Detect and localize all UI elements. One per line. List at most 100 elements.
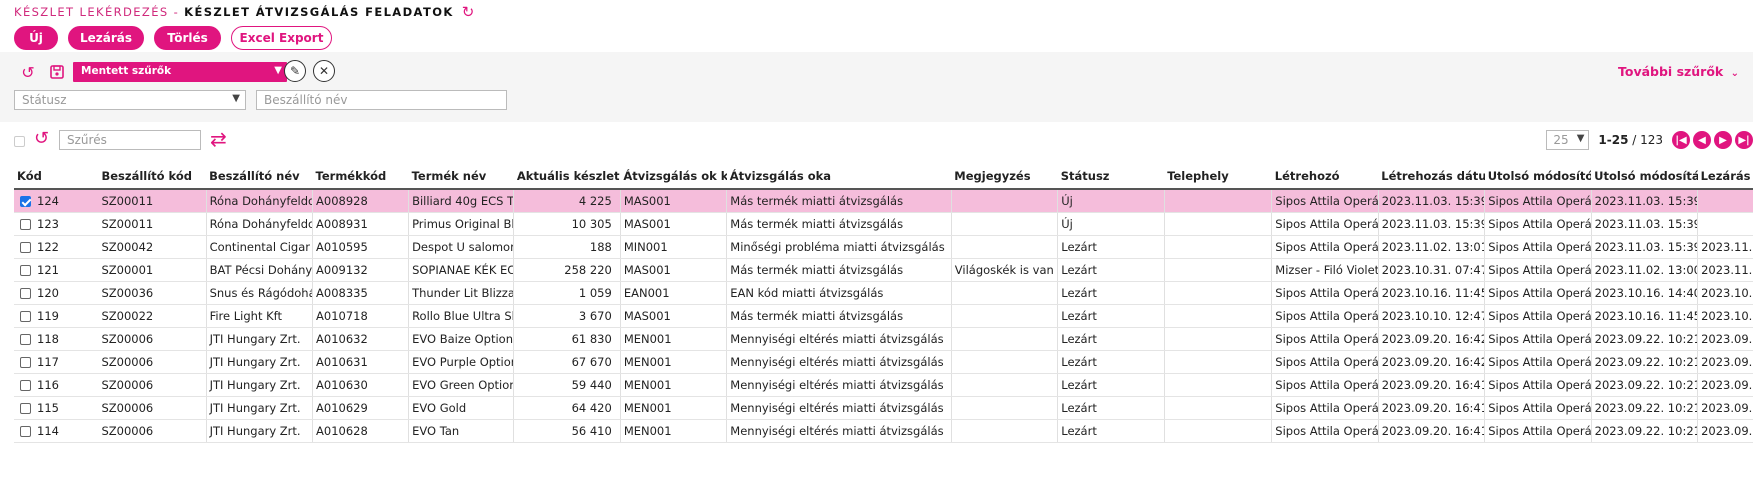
column-header[interactable]: Aktuális készlet — [513, 164, 621, 190]
refresh-icon[interactable]: ↻ — [462, 5, 476, 20]
table-cell: 2023.11.03. 15:39 — [1591, 235, 1699, 259]
table-cell: 2023.09.20. 16:41 — [1378, 419, 1486, 443]
table-cell: 2023.11.02. 13:00 — [1697, 258, 1753, 282]
column-header[interactable]: Utolsó módosítás — [1591, 164, 1698, 190]
column-header[interactable]: Kód — [14, 164, 99, 190]
more-filters-link[interactable]: További szűrők ⌄ — [1618, 64, 1739, 79]
refresh-icon[interactable]: ↺ — [34, 128, 49, 149]
reset-filters-icon[interactable]: ↺ — [16, 60, 40, 84]
table-cell-code: 116 — [14, 373, 99, 397]
page-size-select[interactable]: 25 ▼ — [1546, 130, 1590, 150]
row-checkbox[interactable] — [20, 195, 31, 207]
cell-text: 115 — [37, 400, 59, 415]
row-checkbox[interactable] — [20, 310, 31, 322]
column-header[interactable]: Utolsó módosító — [1484, 164, 1592, 190]
excel-export-button[interactable]: Excel Export — [231, 26, 332, 50]
table-row[interactable]: 119 SZ00022 Fire Light Kft A010718 Rollo Blu… — [14, 304, 1753, 328]
row-checkbox[interactable] — [20, 264, 31, 276]
column-header[interactable]: Átvizsgálás ok kód — [620, 164, 727, 190]
table-row[interactable]: 120 SZ00036Snus és RágódohányA008335Thund… — [14, 281, 1753, 305]
table-cell — [951, 189, 1059, 213]
table-cell: Új — [1057, 212, 1165, 236]
last-page-icon[interactable]: ▶| — [1735, 131, 1753, 149]
saved-filters-select[interactable]: Mentett szűrők ▼ — [73, 62, 287, 82]
row-checkbox[interactable] — [20, 402, 31, 414]
table-row[interactable]: 114 SZ00006 JTI Hungary Zrt. A010628 EVO Tan… — [14, 419, 1753, 443]
table-cell-code: 115 — [14, 396, 99, 420]
save-icon[interactable] — [45, 60, 69, 84]
more-filters-label: További szűrők — [1618, 64, 1724, 79]
row-checkbox[interactable] — [20, 333, 31, 345]
table-toolbar: ↺ Szűrés ⇄ 25 ▼ 1-25 / 123 |◀ ◀ ▶ ▶| — [0, 122, 1753, 164]
close-button[interactable]: Lezárás — [68, 26, 144, 50]
table-cell: A010628 — [312, 419, 410, 443]
row-checkbox[interactable] — [20, 241, 31, 253]
new-button[interactable]: Új — [14, 26, 58, 50]
column-header[interactable]: Termékkód — [312, 164, 409, 190]
table-cell — [1697, 189, 1753, 213]
table-cell: Róna Dohányfeldolgozó — [206, 212, 314, 236]
clear-icon[interactable]: ✕ — [313, 60, 335, 82]
table-row[interactable]: 124 SZ00011Róna DohányfeldolgozóA008928Bi… — [14, 189, 1753, 213]
table-cell: Sipos Attila Operátor — [1271, 281, 1379, 305]
column-header[interactable]: Átvizsgálás oka — [726, 164, 952, 190]
status-select[interactable]: Státusz ▼ — [14, 90, 246, 110]
column-header[interactable]: Lezárás időpontja — [1697, 164, 1753, 190]
table-cell: Lezárt — [1057, 396, 1165, 420]
edit-icon[interactable]: ✎ — [284, 60, 306, 82]
table-cell: Sipos Attila Operátor — [1271, 304, 1379, 328]
delete-button[interactable]: Törlés — [154, 26, 221, 50]
first-page-icon[interactable]: |◀ — [1672, 131, 1690, 149]
table-cell: Lezárt — [1057, 419, 1165, 443]
row-checkbox[interactable] — [20, 287, 31, 299]
supplier-name-input[interactable]: Beszállító név — [256, 90, 507, 110]
row-checkbox[interactable] — [20, 425, 31, 437]
table-cell: Lezárt — [1057, 281, 1165, 305]
next-page-icon[interactable]: ▶ — [1714, 131, 1732, 149]
table-cell: Sipos Attila Operátor — [1271, 212, 1379, 236]
table-row[interactable]: 121 SZ00001BAT Pécsi DohánygyárA009132SOP… — [14, 258, 1753, 282]
prev-page-icon[interactable]: ◀ — [1693, 131, 1711, 149]
table-cell: Billiard 40g ECS TT — [408, 189, 515, 213]
table-cell: EAN001 — [620, 281, 728, 305]
table-cell — [1164, 350, 1273, 374]
column-header[interactable]: Státusz — [1057, 164, 1165, 190]
table-row[interactable]: 116 SZ00006 JTI Hungary Zrt. A010630 EVO Gre… — [14, 373, 1753, 397]
table-cell — [1164, 304, 1273, 328]
cell-text: 124 — [37, 193, 59, 208]
row-checkbox[interactable] — [20, 379, 31, 391]
row-checkbox[interactable] — [20, 218, 31, 230]
select-all-checkbox[interactable] — [14, 136, 25, 147]
table-row[interactable]: 117 SZ00006 JTI Hungary Zrt. A010631 EVO Pur… — [14, 350, 1753, 374]
table-cell: Fire Light Kft — [206, 304, 314, 328]
table-row[interactable]: 118 SZ00006 JTI Hungary Zrt. A010632 EVO Bai… — [14, 327, 1753, 351]
table-cell: Sipos Attila Operátor — [1484, 373, 1592, 397]
table-cell: A008928 — [312, 189, 410, 213]
column-header[interactable]: Beszállító név — [206, 164, 313, 190]
table-cell: SZ00022 — [98, 304, 207, 328]
column-header[interactable]: Beszállító kód — [98, 164, 207, 190]
table-cell: Mizser - Filó Violetta — [1271, 258, 1379, 282]
table-row[interactable]: 115 SZ00006 JTI Hungary Zrt. A010629 EVO Gol… — [14, 396, 1753, 420]
table-cell: JTI Hungary Zrt. — [206, 396, 314, 420]
table-cell: SZ00042 — [98, 235, 207, 259]
column-header[interactable]: Létrehozó — [1271, 164, 1379, 190]
column-header[interactable]: Létrehozás dátuma — [1378, 164, 1485, 190]
column-header[interactable]: Telephely — [1164, 164, 1272, 190]
table-cell: JTI Hungary Zrt. — [206, 350, 314, 374]
table-row[interactable]: 123 SZ00011Róna DohányfeldolgozóA008931Pr… — [14, 212, 1753, 236]
table-row[interactable]: 122 SZ00042Continental Cigar KftA010595De… — [14, 235, 1753, 259]
search-input[interactable]: Szűrés — [59, 130, 201, 150]
column-header[interactable]: Termék név — [408, 164, 514, 190]
column-header[interactable]: Megjegyzés — [951, 164, 1058, 190]
table-cell: Rollo Blue Ultra Slim — [408, 304, 515, 328]
table-cell: A009132 — [312, 258, 410, 282]
table-cell-code: 118 — [14, 327, 99, 351]
pagination: 25 ▼ 1-25 / 123 |◀ ◀ ▶ ▶| — [1546, 130, 1753, 150]
table-cell: 2023.09.22. 10:21 — [1697, 373, 1753, 397]
breadcrumb-parent[interactable]: Készlet lekérdezés — [14, 5, 169, 19]
cell-text: 121 — [37, 262, 59, 277]
swap-icon[interactable]: ⇄ — [210, 127, 227, 151]
row-checkbox[interactable] — [20, 356, 31, 368]
filter-panel: ↺ Mentett szűrők ▼ ✎ ✕ További szűrők ⌄ … — [0, 52, 1753, 122]
